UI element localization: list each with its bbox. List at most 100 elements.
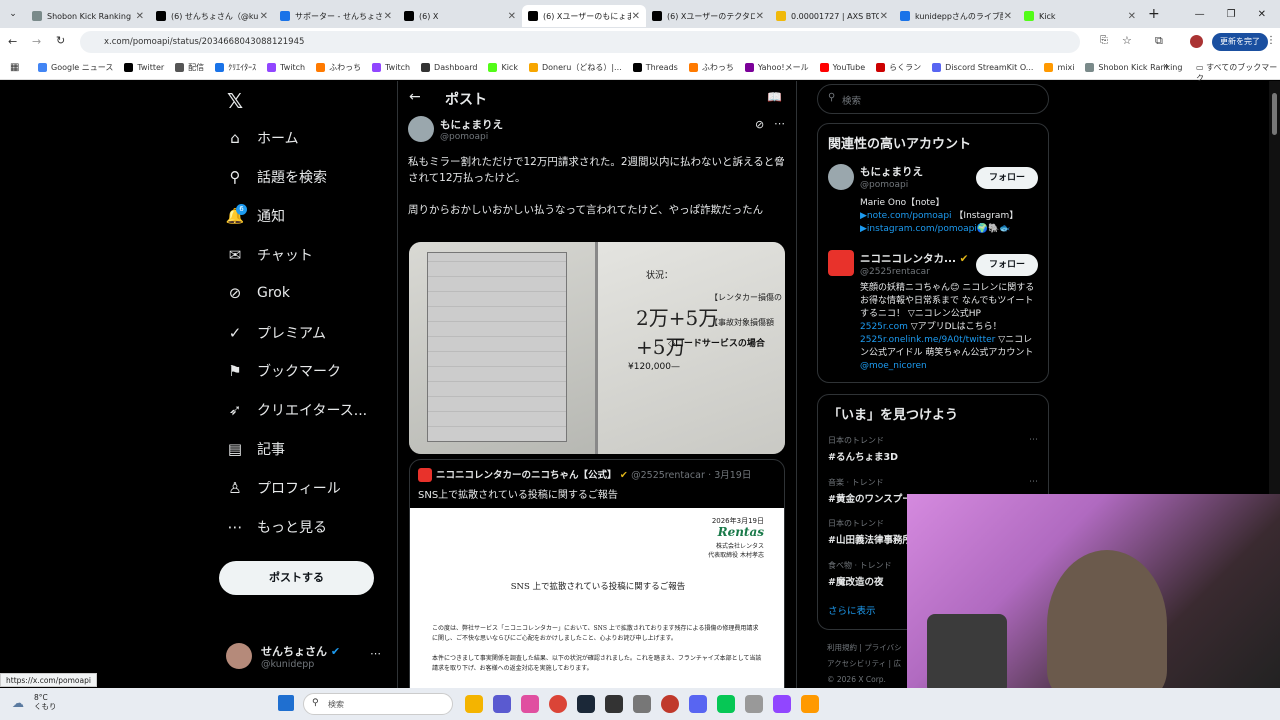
twitch-icon[interactable]: [773, 695, 791, 713]
app-icon-3[interactable]: [801, 695, 819, 713]
update-button[interactable]: 更新を完了: [1212, 33, 1268, 51]
tab-close-icon[interactable]: ✕: [136, 11, 144, 22]
bookmark-item[interactable]: 配信: [175, 62, 204, 73]
maximize-icon[interactable]: ❐: [1227, 9, 1236, 20]
obs-icon[interactable]: [661, 695, 679, 713]
browser-tab[interactable]: (6) Xユーザーのもにょまり✕: [522, 5, 646, 27]
footer-line-1[interactable]: 利用規約 | プライバシ: [827, 640, 902, 656]
file-explorer-icon[interactable]: [465, 695, 483, 713]
nav-item-profile[interactable]: ♙ プロフィール: [226, 478, 340, 498]
bookmark-item[interactable]: Yahoo!メール: [744, 62, 809, 73]
close-window-icon[interactable]: ✕: [1258, 9, 1266, 20]
bookmark-item[interactable]: らくラン: [876, 62, 921, 73]
search-box[interactable]: ⚲ 検索: [817, 84, 1049, 114]
bookmark-item[interactable]: Discord StreamKit O...: [932, 62, 1033, 73]
back-arrow-icon[interactable]: ←: [409, 89, 421, 105]
bio-1-note-link[interactable]: ▶note.com/pomoapi: [860, 211, 952, 221]
bookmark-item[interactable]: YouTube: [819, 62, 865, 73]
bookmarks-overflow-icon[interactable]: »: [1163, 61, 1169, 72]
bio-1-instagram-link[interactable]: ▶instagram.com/pomoapi🌍🐘🐟: [860, 223, 1040, 236]
settings-icon[interactable]: [745, 695, 763, 713]
browser-tab[interactable]: (6) せんちょさん（@kun ✕: [150, 5, 274, 27]
chrome-icon[interactable]: [549, 695, 567, 713]
tab-close-icon[interactable]: ✕: [508, 11, 516, 22]
account-more-icon[interactable]: ⋯: [370, 647, 381, 660]
bookmark-item[interactable]: ふわっち: [688, 62, 734, 73]
steam-icon[interactable]: [577, 695, 595, 713]
weather-widget[interactable]: 8°C くもり: [34, 693, 57, 711]
footer-line-2[interactable]: アクセシビリティ | 広: [827, 656, 902, 672]
author-name[interactable]: もにょまりえ: [440, 117, 503, 132]
related-name-2[interactable]: ニコニコレンタカ... ✔: [860, 251, 968, 266]
media-image-1[interactable]: [409, 242, 595, 454]
browser-tab[interactable]: Shobon Kick Ranking ✕: [26, 5, 150, 27]
browser-tab[interactable]: (6) X ✕: [398, 5, 522, 27]
media-image-2[interactable]: 状況： 2万+5万 +5万 【レンタカー損傷の 【事故対象損傷額 ◇ロードサービス…: [598, 242, 785, 454]
related-name-1[interactable]: もにょまりえ: [860, 164, 923, 179]
browser-tab[interactable]: (6) Xユーザーのテクタロ ✕: [646, 5, 770, 27]
nav-item-explore[interactable]: ⚲ 話題を検索: [226, 167, 328, 187]
related-avatar-2[interactable]: [828, 250, 854, 276]
tab-close-icon[interactable]: ✕: [260, 11, 268, 22]
menu-icon[interactable]: ⋮: [1266, 35, 1276, 46]
star-icon[interactable]: ☆: [1122, 34, 1132, 47]
post-more-icon[interactable]: ⋯: [774, 117, 785, 130]
follow-button-1[interactable]: フォロー: [976, 167, 1038, 189]
bio-2-moe-link[interactable]: @moe_nicoren: [860, 360, 1040, 373]
trend-more-icon[interactable]: ⋯: [1029, 477, 1038, 487]
browser-tab[interactable]: Kick ✕: [1018, 5, 1142, 27]
reload-icon[interactable]: ↻: [56, 34, 65, 47]
scrollbar-thumb[interactable]: [1272, 93, 1277, 135]
nav-item-bookmarks[interactable]: ⚑ ブックマーク: [226, 361, 341, 381]
bookmark-item[interactable]: Threads: [632, 62, 678, 73]
tab-close-icon[interactable]: ✕: [1128, 11, 1136, 22]
profile-avatar[interactable]: [1190, 35, 1203, 48]
post-button[interactable]: ポストする: [219, 561, 374, 595]
app-icon-2[interactable]: [633, 695, 651, 713]
bookmark-item[interactable]: Twitter: [124, 62, 164, 73]
trend-item[interactable]: 日本のトレンド #るんちょま3D ⋯: [828, 435, 1038, 471]
tab-close-icon[interactable]: ✕: [880, 11, 888, 22]
bookmark-item[interactable]: Google ニュース: [38, 62, 113, 73]
post-media[interactable]: 状況： 2万+5万 +5万 【レンタカー損傷の 【事故対象損傷額 ◇ロードサービス…: [409, 242, 785, 454]
follow-button-2[interactable]: フォロー: [976, 254, 1038, 276]
browser-tab[interactable]: サポーター - せんちょさん ✕: [274, 5, 398, 27]
nav-item-chat[interactable]: ✉ チャット: [226, 245, 313, 265]
nav-item-creator-studio[interactable]: ➶ クリエイタース...: [226, 400, 367, 420]
line-icon[interactable]: [717, 695, 735, 713]
account-avatar[interactable]: [226, 643, 252, 669]
quoted-post[interactable]: ニコニコレンタカーのニコちゃん【公式】 ✔ @2525rentacar · 3月…: [409, 459, 785, 688]
bookmark-item[interactable]: Kick: [488, 62, 518, 73]
extensions-icon[interactable]: ⧉: [1155, 34, 1163, 48]
quote-document-image[interactable]: 2026年3月19日 Rentas 株式会社レンタス 代表取締役 木村孝志 SN…: [410, 508, 784, 688]
nav-item-grok[interactable]: ⊘ Grok: [226, 284, 290, 302]
new-tab-icon[interactable]: +: [1148, 6, 1160, 22]
back-icon[interactable]: ←: [8, 35, 17, 48]
tab-close-icon[interactable]: ✕: [384, 11, 392, 22]
forward-icon[interactable]: →: [32, 35, 41, 48]
teams-icon[interactable]: [493, 695, 511, 713]
bookmark-item[interactable]: Twitch: [372, 62, 410, 73]
account-name[interactable]: せんちょさん ✔: [261, 643, 340, 659]
url-field[interactable]: x.com/pomoapi/status/2034668043088121945: [80, 31, 1080, 53]
trend-more-icon[interactable]: ⋯: [1029, 435, 1038, 445]
bookmark-item[interactable]: mixi: [1044, 62, 1074, 73]
tab-close-icon[interactable]: ✕: [632, 11, 640, 22]
nav-item-home[interactable]: ⌂ ホーム: [226, 128, 298, 148]
app-icon-1[interactable]: [605, 695, 623, 713]
tab-search-icon[interactable]: ⌄: [0, 9, 26, 19]
install-icon[interactable]: ⎘: [1100, 35, 1108, 46]
bio-2-site-link[interactable]: 2525r.com: [860, 322, 908, 332]
weather-icon[interactable]: ☁: [12, 696, 24, 710]
author-avatar[interactable]: [408, 116, 434, 142]
apps-icon[interactable]: ▦: [10, 62, 19, 73]
nav-item-notifications[interactable]: 🔔 通知: [226, 206, 285, 226]
discord-icon[interactable]: [689, 695, 707, 713]
nav-item-more[interactable]: ⋯ もっと見る: [226, 517, 328, 537]
browser-tab[interactable]: 0.00001727 | AXS BTC ✕: [770, 5, 894, 27]
trends-show-more[interactable]: さらに表示: [828, 603, 876, 617]
start-icon[interactable]: [278, 695, 294, 711]
bookmark-item[interactable]: Doneru（どねる）|...: [528, 62, 622, 73]
taskbar-search[interactable]: ⚲ 検索: [303, 693, 453, 715]
minimize-icon[interactable]: —: [1195, 9, 1205, 20]
